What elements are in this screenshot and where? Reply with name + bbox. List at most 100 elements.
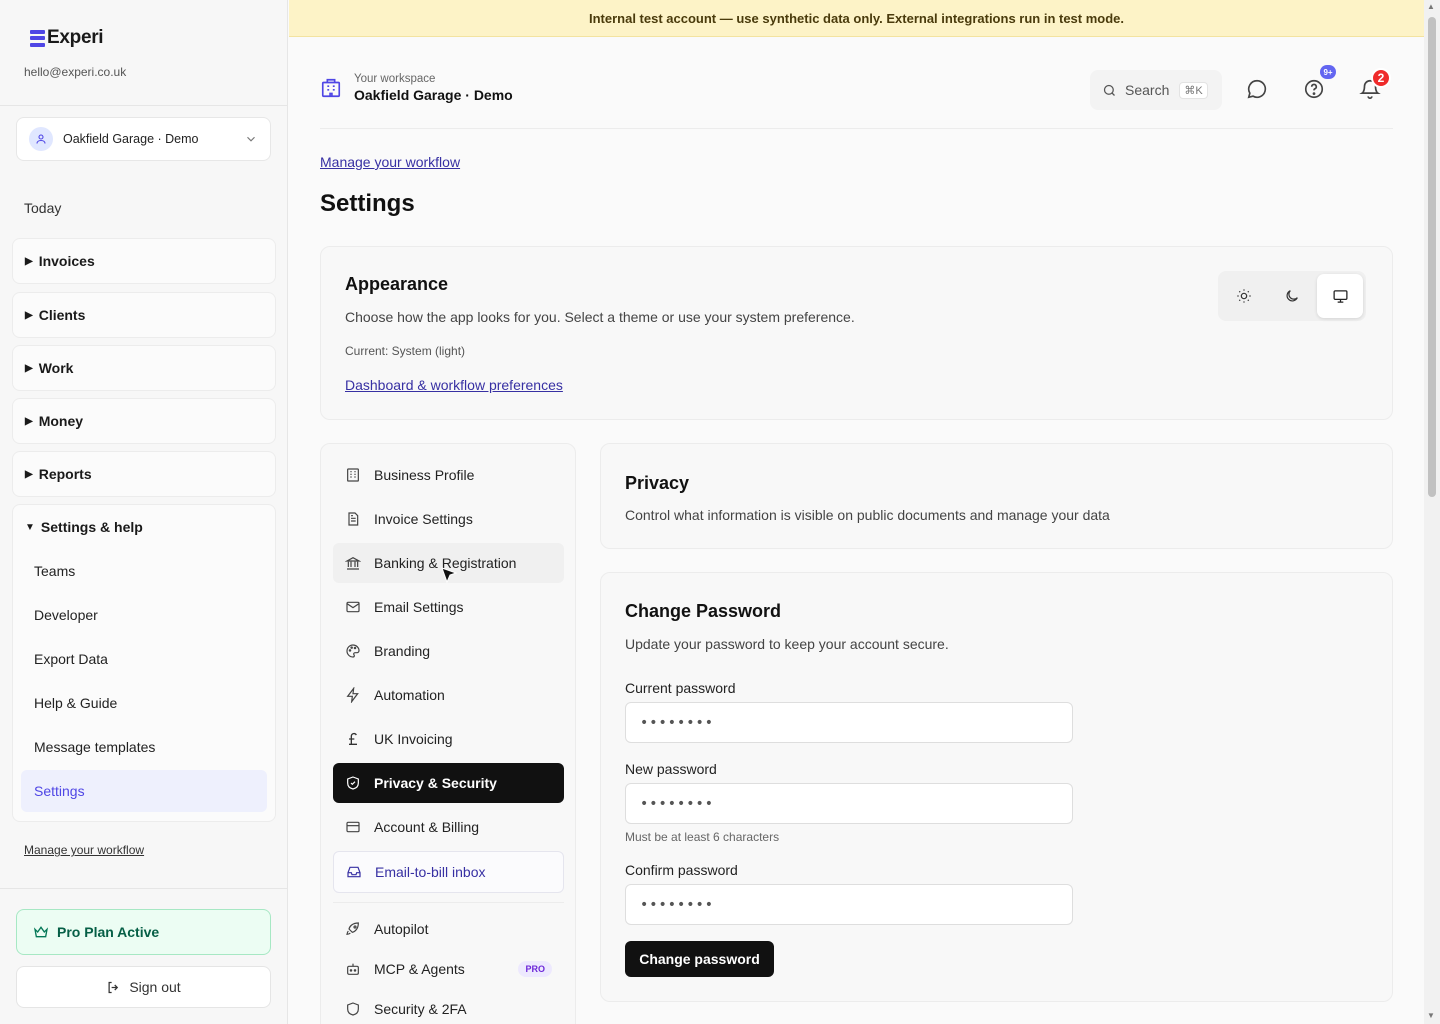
manage-workflow-breadcrumb[interactable]: Manage your workflow xyxy=(320,154,460,170)
dashboard-preferences-link[interactable]: Dashboard & workflow preferences xyxy=(345,377,563,393)
rocket-icon xyxy=(346,922,359,936)
settings-nav-privacy-security[interactable]: Privacy & Security xyxy=(333,763,564,803)
sidebar-group-settings-help: ▼ Settings & help Teams Developer Export … xyxy=(12,504,276,822)
brand-logo[interactable]: Experi xyxy=(30,27,104,49)
main-content: Your workspace Oakfield Garage · Demo Se… xyxy=(289,37,1424,1024)
settings-nav-uk-invoicing[interactable]: UK Invoicing xyxy=(333,719,564,759)
theme-system-button[interactable] xyxy=(1317,274,1363,318)
settings-nav-automation[interactable]: Automation xyxy=(333,675,564,715)
caret-down-icon: ▼ xyxy=(25,521,35,533)
sidebar-item-help-guide[interactable]: Help & Guide xyxy=(21,682,267,724)
settings-nav-branding[interactable]: Branding xyxy=(333,631,564,671)
sidebar-group-reports[interactable]: ▶ Reports xyxy=(12,451,276,497)
sidebar-divider xyxy=(0,105,288,106)
sidebar-item-export-data[interactable]: Export Data xyxy=(21,638,267,680)
settings-nav-label: MCP & Agents xyxy=(374,961,465,977)
sign-out-button[interactable]: Sign out xyxy=(16,966,271,1008)
pro-badge: PRO xyxy=(518,961,552,977)
current-password-input[interactable] xyxy=(625,702,1073,743)
robot-icon xyxy=(347,963,359,975)
scroll-down-icon[interactable]: ▼ xyxy=(1427,1011,1435,1020)
building-icon xyxy=(347,468,359,482)
new-password-hint: Must be at least 6 characters xyxy=(625,830,780,844)
settings-nav-label: Autopilot xyxy=(374,921,429,937)
settings-nav-email-settings[interactable]: Email Settings xyxy=(333,587,564,627)
sidebar-group-label: Settings & help xyxy=(40,519,143,535)
sidebar-group-money[interactable]: ▶ Money xyxy=(12,398,276,444)
sidebar-group-label: Clients xyxy=(38,307,86,323)
privacy-title: Privacy xyxy=(625,473,690,493)
theme-dark-button[interactable] xyxy=(1269,274,1315,318)
page-title: Settings xyxy=(320,190,415,217)
settings-nav-label: Business Profile xyxy=(374,467,475,483)
sidebar: Experi hello@experi.co.uk Oakfield Garag… xyxy=(0,0,288,1024)
palette-icon xyxy=(346,644,360,658)
settings-nav: Business Profile Invoice Settings Bankin… xyxy=(320,443,576,1024)
pro-plan-badge[interactable]: Pro Plan Active xyxy=(16,909,271,955)
workspace-label: Your workspace xyxy=(354,73,436,85)
test-account-banner: Internal test account — use synthetic da… xyxy=(289,0,1424,37)
privacy-description: Control what information is visible on p… xyxy=(625,507,1110,523)
mail-icon xyxy=(346,601,360,613)
pro-plan-label: Pro Plan Active xyxy=(57,924,160,940)
sidebar-group-label: Invoices xyxy=(38,253,95,269)
sidebar-group-invoices[interactable]: ▶ Invoices xyxy=(12,238,276,284)
new-password-input[interactable] xyxy=(625,783,1073,824)
settings-nav-divider xyxy=(333,902,564,903)
sidebar-group-label: Work xyxy=(38,360,74,376)
theme-light-button[interactable] xyxy=(1221,274,1267,318)
sidebar-group-label: Reports xyxy=(38,466,92,482)
appearance-description: Choose how the app looks for you. Select… xyxy=(345,309,855,325)
confirm-password-input[interactable] xyxy=(625,884,1073,925)
settings-nav-business-profile[interactable]: Business Profile xyxy=(333,455,564,495)
new-password-label: New password xyxy=(625,761,717,777)
bank-icon xyxy=(345,556,361,570)
workspace-name: Oakfield Garage · Demo xyxy=(354,87,513,103)
sidebar-item-message-templates[interactable]: Message templates xyxy=(21,726,267,768)
settings-nav-label: Invoice Settings xyxy=(374,511,473,527)
sidebar-group-settings-toggle[interactable]: ▼ Settings & help xyxy=(25,519,143,535)
header-divider xyxy=(320,128,1393,129)
sidebar-item-teams[interactable]: Teams xyxy=(21,550,267,592)
notifications-button[interactable]: 2 xyxy=(1359,68,1391,102)
settings-nav-label: Email-to-bill inbox xyxy=(375,864,486,880)
mouse-cursor-icon xyxy=(441,567,457,584)
workspace-header: Your workspace Oakfield Garage · Demo xyxy=(320,73,513,103)
chevron-down-icon xyxy=(247,136,255,142)
sidebar-item-settings[interactable]: Settings xyxy=(21,770,267,812)
scroll-up-icon[interactable]: ▲ xyxy=(1427,2,1435,11)
sidebar-item-today[interactable]: Today xyxy=(24,200,61,216)
manage-workflow-link[interactable]: Manage your workflow xyxy=(24,843,144,857)
change-password-description: Update your password to keep your accoun… xyxy=(625,636,949,652)
caret-right-icon: ▶ xyxy=(25,468,33,480)
sidebar-group-clients[interactable]: ▶ Clients xyxy=(12,292,276,338)
sign-out-label: Sign out xyxy=(129,979,181,995)
privacy-card: Privacy Control what information is visi… xyxy=(600,443,1393,549)
settings-nav-security-2fa[interactable]: Security & 2FA xyxy=(333,989,564,1024)
page-scrollbar[interactable]: ▲ ▼ xyxy=(1424,0,1440,1024)
caret-right-icon: ▶ xyxy=(25,415,33,427)
logout-icon xyxy=(108,981,119,993)
building-icon xyxy=(321,78,341,98)
scroll-thumb[interactable] xyxy=(1428,17,1436,497)
crown-icon xyxy=(33,926,49,938)
caret-right-icon: ▶ xyxy=(25,362,33,374)
settings-nav-account-billing[interactable]: Account & Billing xyxy=(333,807,564,847)
chat-button[interactable] xyxy=(1246,78,1270,102)
settings-nav-autopilot[interactable]: Autopilot xyxy=(333,909,564,949)
change-password-title: Change Password xyxy=(625,601,782,621)
settings-nav-email-to-bill[interactable]: Email-to-bill inbox xyxy=(333,851,564,893)
workspace-selector[interactable]: Oakfield Garage · Demo xyxy=(16,117,271,161)
settings-nav-label: Security & 2FA xyxy=(374,1001,467,1017)
appearance-title: Appearance xyxy=(345,274,449,294)
sidebar-group-work[interactable]: ▶ Work xyxy=(12,345,276,391)
help-badge: 9+ xyxy=(1320,65,1336,79)
search-button[interactable]: Search ⌘K xyxy=(1090,70,1222,110)
monitor-icon xyxy=(1332,289,1348,303)
settings-nav-mcp-agents[interactable]: MCP & Agents PRO xyxy=(333,949,564,989)
document-icon xyxy=(348,512,359,526)
sidebar-item-developer[interactable]: Developer xyxy=(21,594,267,636)
settings-nav-invoice-settings[interactable]: Invoice Settings xyxy=(333,499,564,539)
help-button[interactable]: 9+ xyxy=(1303,65,1336,102)
change-password-button[interactable]: Change password xyxy=(625,941,774,977)
